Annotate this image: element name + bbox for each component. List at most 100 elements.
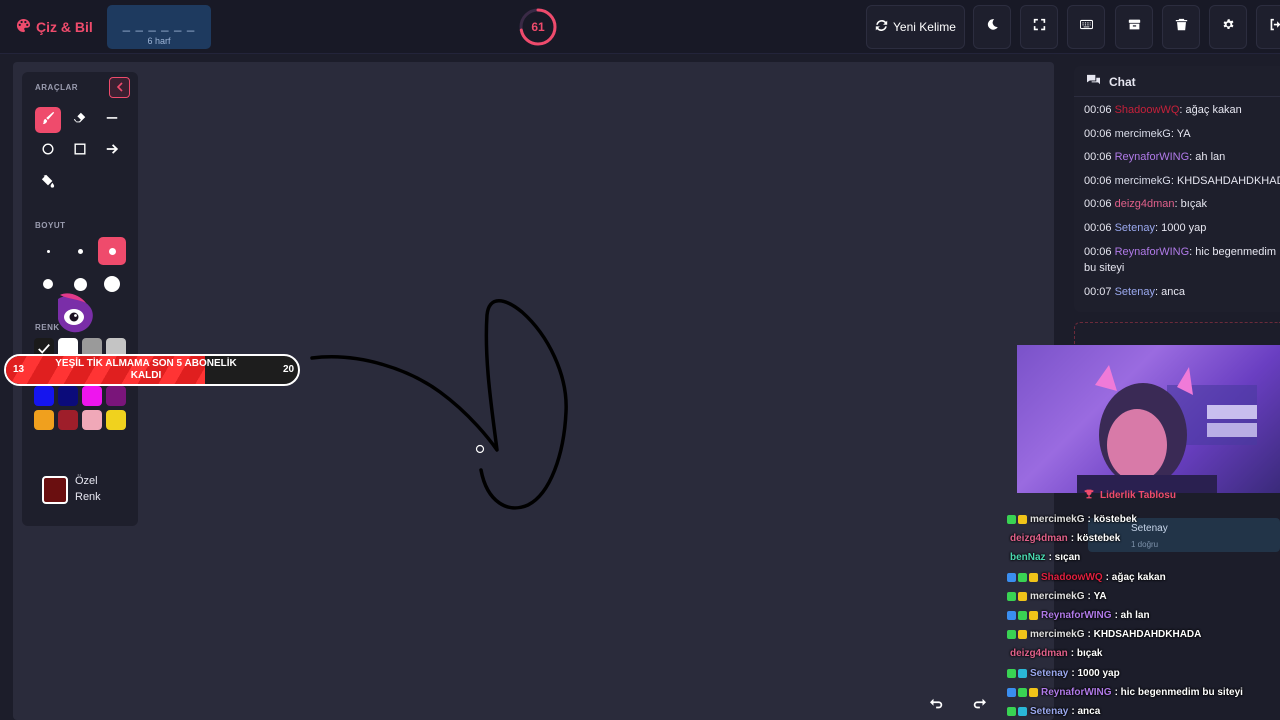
eraser-icon xyxy=(73,111,87,130)
user-badges xyxy=(1007,611,1038,621)
chat-message-time: 00:06 xyxy=(1084,127,1115,140)
chat-message-user: ReynaforWING xyxy=(1114,245,1190,258)
chat-message-user: deizg4dman xyxy=(1114,198,1175,211)
overlay-chat-message: deizg4dman: köstebek xyxy=(1007,529,1280,548)
overlay-chat-user: deizg4dman xyxy=(1010,533,1068,545)
chat-message: 00:06 deizg4dman: bıçak xyxy=(1084,198,1207,211)
rectangle-tool[interactable] xyxy=(67,138,93,164)
mascot-emote xyxy=(58,293,93,333)
badge-icon xyxy=(1007,687,1016,697)
size-option-6[interactable] xyxy=(98,270,126,298)
overlay-chat-text: bıçak xyxy=(1076,648,1103,660)
sub-goal-bar: 13 YEŞİL TİK ALMAMA SON 5 ABONELİK KALDI… xyxy=(4,354,300,386)
overlay-chat-text: 1000 yap xyxy=(1077,667,1120,679)
webcam-overlay xyxy=(1017,345,1280,493)
color-swatch[interactable] xyxy=(82,386,102,406)
chat-icon xyxy=(1086,74,1101,90)
chat-title: Chat xyxy=(1109,75,1136,89)
overlay-chat-message: deizg4dman: bıçak xyxy=(1007,644,1280,663)
trophy-icon xyxy=(1084,489,1094,502)
badge-icon xyxy=(1007,591,1016,601)
fill-tool[interactable] xyxy=(35,170,61,196)
collapse-panel-button[interactable] xyxy=(109,77,130,98)
chat-message-text: KHDSAHDAHDKHADA xyxy=(1176,174,1280,187)
cursor-indicator xyxy=(475,444,485,454)
chat-message-text: ağaç kakan xyxy=(1185,104,1242,116)
color-swatch[interactable] xyxy=(106,410,126,430)
color-swatch[interactable] xyxy=(82,410,102,430)
badge-icon xyxy=(1029,611,1038,621)
overlay-chat-message: ShadoowWQ: ağaç kakan xyxy=(1007,568,1280,587)
overlay-chat-message: Setenay: anca xyxy=(1007,702,1280,720)
badge-icon xyxy=(1007,515,1016,525)
color-swatch[interactable] xyxy=(58,410,78,430)
overlay-chat-user: ReynaforWING xyxy=(1041,610,1112,622)
overlay-chat-user: mercimekG xyxy=(1030,590,1085,602)
overlay-chat-user: ReynaforWING xyxy=(1041,686,1112,698)
chat-message-text: 1000 yap xyxy=(1161,221,1207,234)
size-option-2[interactable] xyxy=(66,237,94,265)
undo-icon xyxy=(930,697,944,716)
color-swatch[interactable] xyxy=(34,386,54,406)
overlay-chat-user: benNaz xyxy=(1010,552,1046,564)
user-badges xyxy=(1007,515,1027,525)
chat-message-text: YA xyxy=(1176,127,1191,140)
chat-message-time: 00:06 xyxy=(1084,104,1115,116)
user-badges xyxy=(1007,572,1038,582)
size-dot xyxy=(108,247,116,255)
badge-icon xyxy=(1018,611,1027,621)
user-badges xyxy=(1007,706,1027,716)
arrow-tool[interactable] xyxy=(99,138,125,164)
overlay-chat-message: ReynaforWING: hic begenmedim bu siteyi xyxy=(1007,683,1280,702)
goal-start-value: 13 xyxy=(13,364,25,375)
overlay-chat-text: anca xyxy=(1077,705,1101,717)
overlay-chat-text: köstebek xyxy=(1076,533,1121,545)
line-tool[interactable] xyxy=(99,107,125,133)
overlay-chat-text: köstebek xyxy=(1093,514,1137,526)
badge-icon xyxy=(1029,687,1038,697)
size-option-1[interactable] xyxy=(34,237,62,265)
chat-message-time: 00:06 xyxy=(1084,221,1115,234)
badge-icon xyxy=(1018,687,1027,697)
chat-message-time: 00:06 xyxy=(1084,151,1115,164)
chat-message-text: ah lan xyxy=(1195,151,1226,164)
overlay-chat-text: sıçan xyxy=(1054,552,1081,564)
badge-icon xyxy=(1018,591,1027,601)
chat-message-text: anca xyxy=(1161,285,1185,298)
stream-chat-overlay: mercimekG: köstebek deizg4dman: köstebek b… xyxy=(1007,510,1280,720)
size-dot xyxy=(43,279,53,289)
chat-message-user: ReynaforWING xyxy=(1114,151,1190,164)
redo-icon xyxy=(972,697,986,716)
redo-button[interactable] xyxy=(965,693,993,719)
undo-button[interactable] xyxy=(923,693,951,719)
badge-icon xyxy=(1018,668,1027,678)
circle-tool[interactable] xyxy=(35,138,61,164)
chat-message-list: 00:06 ShadoowWQ: ağaç kakan 00:06 mercime… xyxy=(1084,102,1280,307)
brush-tool[interactable] xyxy=(35,107,61,133)
overlay-chat-text: YA xyxy=(1093,590,1107,602)
size-option-3[interactable] xyxy=(98,237,126,265)
chevron-left-icon xyxy=(115,79,125,97)
chat-message-time: 00:06 xyxy=(1084,198,1115,211)
brush-icon xyxy=(41,111,55,130)
eraser-tool[interactable] xyxy=(67,107,93,133)
overlay-chat-text: hic begenmedim bu siteyi xyxy=(1120,686,1243,698)
color-swatch[interactable] xyxy=(34,410,54,430)
chat-message: 00:06 ReynaforWING: hic begenmedim bu si… xyxy=(1084,245,1277,274)
chat-message: 00:07 Setenay: anca xyxy=(1084,285,1185,298)
overlay-chat-user: Setenay xyxy=(1030,705,1069,717)
custom-color-picker[interactable] xyxy=(42,476,68,504)
chat-message-time: 00:07 xyxy=(1084,285,1115,298)
overlay-chat-text: ağaç kakan xyxy=(1111,571,1166,583)
badge-icon xyxy=(1007,706,1016,716)
color-swatch[interactable] xyxy=(106,386,126,406)
overlay-chat-message: mercimekG: köstebek xyxy=(1007,510,1280,529)
overlay-chat-user: Setenay xyxy=(1030,667,1069,679)
overlay-chat-message: ReynaforWING: ah lan xyxy=(1007,606,1280,625)
badge-icon xyxy=(1018,515,1027,525)
goal-end-value: 20 xyxy=(283,364,295,375)
circle-icon xyxy=(41,142,55,161)
chat-message: 00:06 mercimekG: YA xyxy=(1084,127,1191,140)
color-swatch[interactable] xyxy=(58,386,78,406)
chat-message: 00:06 ReynaforWING: ah lan xyxy=(1084,151,1226,164)
